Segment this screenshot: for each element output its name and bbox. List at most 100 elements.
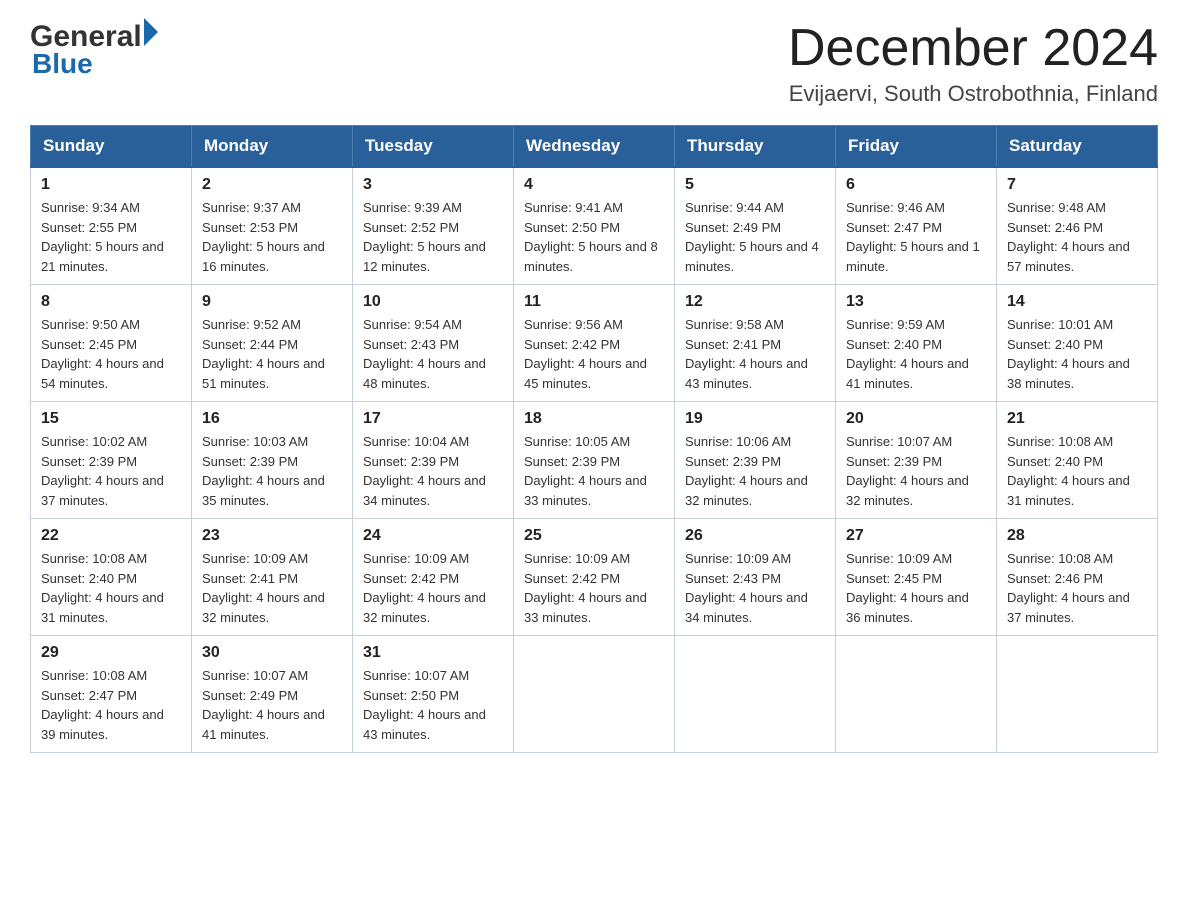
calendar-header-wednesday: Wednesday xyxy=(514,126,675,168)
day-info: Sunrise: 10:08 AMSunset: 2:46 PMDaylight… xyxy=(1007,549,1147,627)
day-info: Sunrise: 9:39 AMSunset: 2:52 PMDaylight:… xyxy=(363,198,503,276)
day-info: Sunrise: 10:05 AMSunset: 2:39 PMDaylight… xyxy=(524,432,664,510)
calendar-day-cell xyxy=(836,636,997,753)
day-info: Sunrise: 10:09 AMSunset: 2:42 PMDaylight… xyxy=(363,549,503,627)
calendar-day-cell: 30 Sunrise: 10:07 AMSunset: 2:49 PMDayli… xyxy=(192,636,353,753)
calendar-day-cell: 23 Sunrise: 10:09 AMSunset: 2:41 PMDayli… xyxy=(192,519,353,636)
calendar-day-cell: 16 Sunrise: 10:03 AMSunset: 2:39 PMDayli… xyxy=(192,402,353,519)
day-info: Sunrise: 10:09 AMSunset: 2:43 PMDaylight… xyxy=(685,549,825,627)
day-info: Sunrise: 9:37 AMSunset: 2:53 PMDaylight:… xyxy=(202,198,342,276)
calendar-day-cell: 9 Sunrise: 9:52 AMSunset: 2:44 PMDayligh… xyxy=(192,285,353,402)
day-info: Sunrise: 9:54 AMSunset: 2:43 PMDaylight:… xyxy=(363,315,503,393)
day-number: 12 xyxy=(685,293,825,311)
page-subtitle: Evijaervi, South Ostrobothnia, Finland xyxy=(788,81,1158,107)
day-number: 26 xyxy=(685,527,825,545)
calendar-header-row: SundayMondayTuesdayWednesdayThursdayFrid… xyxy=(31,126,1158,168)
day-number: 6 xyxy=(846,176,986,194)
calendar-day-cell xyxy=(675,636,836,753)
day-info: Sunrise: 9:50 AMSunset: 2:45 PMDaylight:… xyxy=(41,315,181,393)
day-number: 14 xyxy=(1007,293,1147,311)
calendar-day-cell: 8 Sunrise: 9:50 AMSunset: 2:45 PMDayligh… xyxy=(31,285,192,402)
day-number: 22 xyxy=(41,527,181,545)
day-number: 11 xyxy=(524,293,664,311)
calendar-day-cell: 10 Sunrise: 9:54 AMSunset: 2:43 PMDaylig… xyxy=(353,285,514,402)
calendar-header-friday: Friday xyxy=(836,126,997,168)
calendar-day-cell: 22 Sunrise: 10:08 AMSunset: 2:40 PMDayli… xyxy=(31,519,192,636)
calendar-day-cell: 27 Sunrise: 10:09 AMSunset: 2:45 PMDayli… xyxy=(836,519,997,636)
day-info: Sunrise: 10:08 AMSunset: 2:40 PMDaylight… xyxy=(1007,432,1147,510)
calendar-week-row: 8 Sunrise: 9:50 AMSunset: 2:45 PMDayligh… xyxy=(31,285,1158,402)
day-info: Sunrise: 9:34 AMSunset: 2:55 PMDaylight:… xyxy=(41,198,181,276)
day-number: 21 xyxy=(1007,410,1147,428)
day-info: Sunrise: 10:04 AMSunset: 2:39 PMDaylight… xyxy=(363,432,503,510)
page-title: December 2024 xyxy=(788,20,1158,77)
calendar-header-saturday: Saturday xyxy=(997,126,1158,168)
day-info: Sunrise: 10:03 AMSunset: 2:39 PMDaylight… xyxy=(202,432,342,510)
calendar-day-cell: 25 Sunrise: 10:09 AMSunset: 2:42 PMDayli… xyxy=(514,519,675,636)
calendar-day-cell: 28 Sunrise: 10:08 AMSunset: 2:46 PMDayli… xyxy=(997,519,1158,636)
day-info: Sunrise: 10:08 AMSunset: 2:40 PMDaylight… xyxy=(41,549,181,627)
day-info: Sunrise: 9:58 AMSunset: 2:41 PMDaylight:… xyxy=(685,315,825,393)
day-number: 1 xyxy=(41,176,181,194)
logo: General Blue xyxy=(30,20,158,80)
day-number: 17 xyxy=(363,410,503,428)
day-number: 4 xyxy=(524,176,664,194)
calendar-day-cell: 29 Sunrise: 10:08 AMSunset: 2:47 PMDayli… xyxy=(31,636,192,753)
day-number: 15 xyxy=(41,410,181,428)
calendar-day-cell: 18 Sunrise: 10:05 AMSunset: 2:39 PMDayli… xyxy=(514,402,675,519)
day-number: 3 xyxy=(363,176,503,194)
day-info: Sunrise: 9:46 AMSunset: 2:47 PMDaylight:… xyxy=(846,198,986,276)
day-info: Sunrise: 9:48 AMSunset: 2:46 PMDaylight:… xyxy=(1007,198,1147,276)
calendar-day-cell: 6 Sunrise: 9:46 AMSunset: 2:47 PMDayligh… xyxy=(836,167,997,285)
calendar-week-row: 22 Sunrise: 10:08 AMSunset: 2:40 PMDayli… xyxy=(31,519,1158,636)
day-number: 7 xyxy=(1007,176,1147,194)
day-number: 18 xyxy=(524,410,664,428)
day-info: Sunrise: 9:44 AMSunset: 2:49 PMDaylight:… xyxy=(685,198,825,276)
day-info: Sunrise: 10:08 AMSunset: 2:47 PMDaylight… xyxy=(41,666,181,744)
calendar-week-row: 29 Sunrise: 10:08 AMSunset: 2:47 PMDayli… xyxy=(31,636,1158,753)
day-number: 13 xyxy=(846,293,986,311)
calendar-day-cell: 31 Sunrise: 10:07 AMSunset: 2:50 PMDayli… xyxy=(353,636,514,753)
day-number: 28 xyxy=(1007,527,1147,545)
day-info: Sunrise: 9:41 AMSunset: 2:50 PMDaylight:… xyxy=(524,198,664,276)
logo-blue-text: Blue xyxy=(32,48,93,80)
day-info: Sunrise: 10:06 AMSunset: 2:39 PMDaylight… xyxy=(685,432,825,510)
day-number: 10 xyxy=(363,293,503,311)
calendar-day-cell: 13 Sunrise: 9:59 AMSunset: 2:40 PMDaylig… xyxy=(836,285,997,402)
calendar-day-cell: 1 Sunrise: 9:34 AMSunset: 2:55 PMDayligh… xyxy=(31,167,192,285)
day-info: Sunrise: 10:07 AMSunset: 2:39 PMDaylight… xyxy=(846,432,986,510)
day-number: 27 xyxy=(846,527,986,545)
calendar-header-sunday: Sunday xyxy=(31,126,192,168)
day-number: 30 xyxy=(202,644,342,662)
day-info: Sunrise: 10:01 AMSunset: 2:40 PMDaylight… xyxy=(1007,315,1147,393)
day-info: Sunrise: 9:56 AMSunset: 2:42 PMDaylight:… xyxy=(524,315,664,393)
day-number: 20 xyxy=(846,410,986,428)
calendar-day-cell: 3 Sunrise: 9:39 AMSunset: 2:52 PMDayligh… xyxy=(353,167,514,285)
day-number: 31 xyxy=(363,644,503,662)
calendar-day-cell: 14 Sunrise: 10:01 AMSunset: 2:40 PMDayli… xyxy=(997,285,1158,402)
calendar-day-cell: 15 Sunrise: 10:02 AMSunset: 2:39 PMDayli… xyxy=(31,402,192,519)
day-number: 9 xyxy=(202,293,342,311)
title-block: December 2024 Evijaervi, South Ostroboth… xyxy=(788,20,1158,107)
calendar-day-cell: 24 Sunrise: 10:09 AMSunset: 2:42 PMDayli… xyxy=(353,519,514,636)
day-number: 23 xyxy=(202,527,342,545)
day-number: 19 xyxy=(685,410,825,428)
day-info: Sunrise: 10:09 AMSunset: 2:41 PMDaylight… xyxy=(202,549,342,627)
calendar-day-cell xyxy=(997,636,1158,753)
calendar-day-cell: 26 Sunrise: 10:09 AMSunset: 2:43 PMDayli… xyxy=(675,519,836,636)
calendar-table: SundayMondayTuesdayWednesdayThursdayFrid… xyxy=(30,125,1158,753)
day-number: 16 xyxy=(202,410,342,428)
logo-triangle-icon xyxy=(144,18,158,46)
day-info: Sunrise: 9:52 AMSunset: 2:44 PMDaylight:… xyxy=(202,315,342,393)
day-number: 5 xyxy=(685,176,825,194)
calendar-header-thursday: Thursday xyxy=(675,126,836,168)
calendar-day-cell: 7 Sunrise: 9:48 AMSunset: 2:46 PMDayligh… xyxy=(997,167,1158,285)
calendar-day-cell: 5 Sunrise: 9:44 AMSunset: 2:49 PMDayligh… xyxy=(675,167,836,285)
calendar-day-cell: 21 Sunrise: 10:08 AMSunset: 2:40 PMDayli… xyxy=(997,402,1158,519)
calendar-week-row: 15 Sunrise: 10:02 AMSunset: 2:39 PMDayli… xyxy=(31,402,1158,519)
calendar-day-cell: 19 Sunrise: 10:06 AMSunset: 2:39 PMDayli… xyxy=(675,402,836,519)
day-info: Sunrise: 10:09 AMSunset: 2:45 PMDaylight… xyxy=(846,549,986,627)
day-number: 29 xyxy=(41,644,181,662)
calendar-day-cell: 17 Sunrise: 10:04 AMSunset: 2:39 PMDayli… xyxy=(353,402,514,519)
calendar-day-cell: 20 Sunrise: 10:07 AMSunset: 2:39 PMDayli… xyxy=(836,402,997,519)
